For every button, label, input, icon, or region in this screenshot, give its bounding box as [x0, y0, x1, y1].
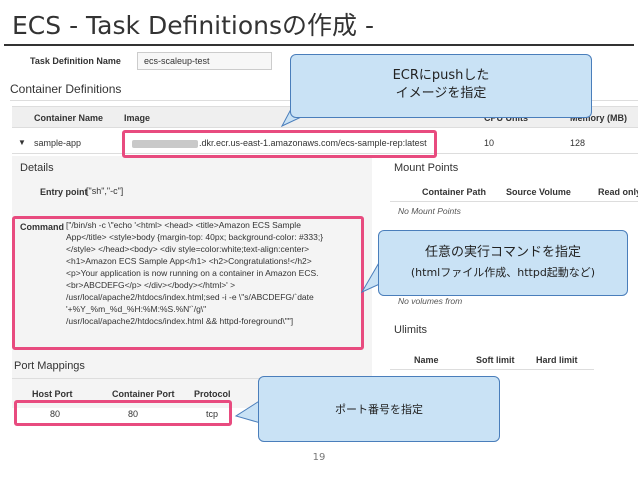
callout-line: (htmlファイル作成、httpd起動など): [410, 266, 596, 279]
callout-line: ポート番号を指定: [335, 403, 423, 416]
command-callout: 任意の実行コマンドを指定 (htmlファイル作成、httpd起動など): [378, 230, 628, 296]
callout-line: 任意の実行コマンドを指定: [424, 245, 581, 260]
ecr-image-callout: ECRにpushした イメージを指定: [290, 54, 592, 118]
page-number: 19: [312, 452, 326, 463]
callout-line: イメージを指定: [395, 86, 487, 101]
port-callout: ポート番号を指定: [258, 376, 500, 442]
callout-line: ECRにpushした: [392, 68, 490, 83]
